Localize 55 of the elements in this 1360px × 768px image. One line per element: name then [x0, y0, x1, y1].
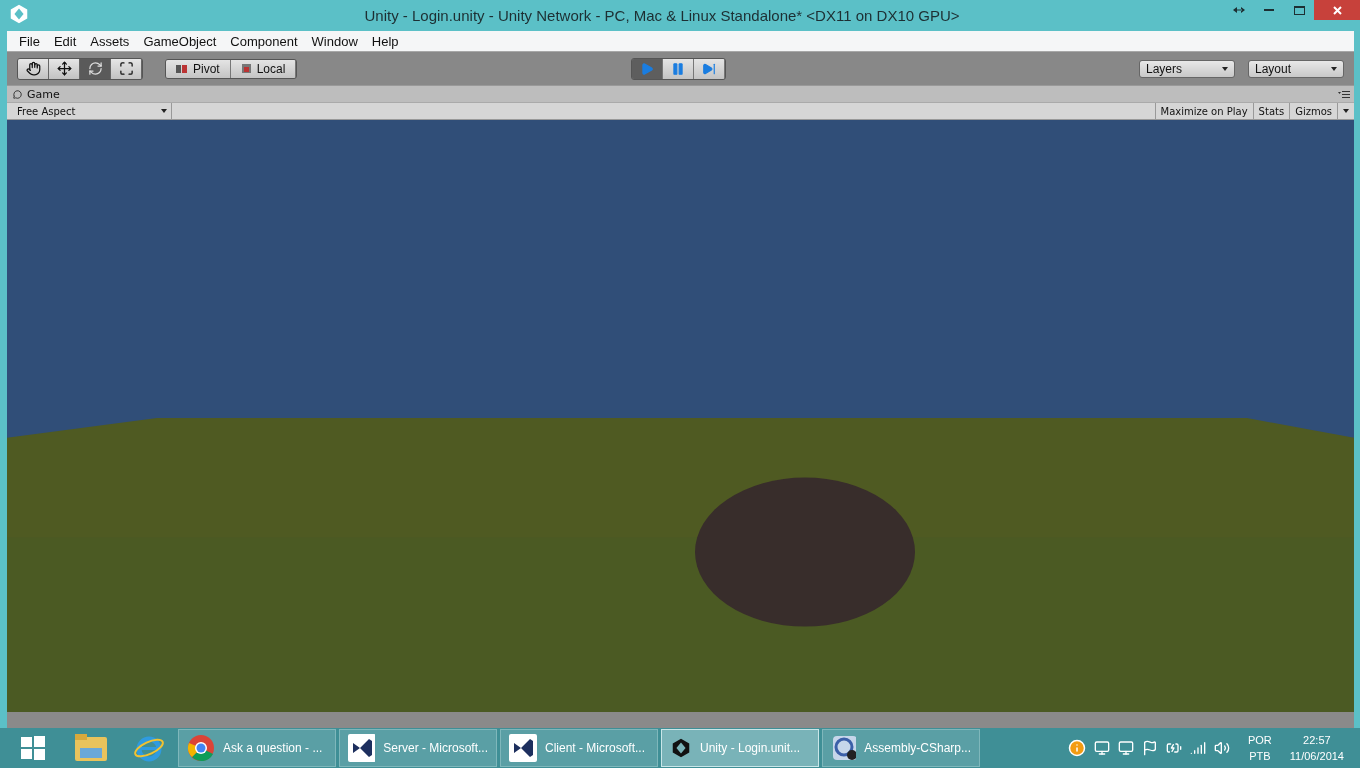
folder-icon [75, 734, 107, 762]
cube-icon [240, 63, 252, 74]
dropdown[interactable]: Layout [1248, 59, 1344, 78]
menu-item[interactable]: Help [364, 33, 406, 49]
remote-icon[interactable] [1093, 740, 1110, 756]
menu-item[interactable]: Component [223, 33, 305, 49]
pause-button[interactable] [663, 58, 695, 79]
close-icon [1332, 5, 1342, 15]
caret-icon [1343, 109, 1349, 113]
windows-logo-icon [21, 736, 45, 760]
battery-icon[interactable] [1165, 740, 1182, 756]
rotate-icon [87, 61, 103, 76]
maximize-icon [1293, 5, 1305, 15]
infinity-logo-icon [509, 734, 537, 762]
tool-button[interactable] [18, 58, 49, 79]
volume-icon[interactable] [1213, 740, 1230, 756]
document-swirl-icon [831, 734, 857, 762]
menu-item[interactable]: Assets [83, 33, 137, 49]
move-icon [56, 61, 72, 76]
tool-button[interactable] [49, 58, 80, 79]
game-tab[interactable]: Game [13, 87, 68, 101]
clock[interactable]: 22:57 11/06/2014 [1289, 732, 1344, 764]
caret-icon [161, 109, 167, 113]
flag-icon[interactable] [1141, 740, 1158, 756]
close-button[interactable] [1314, 0, 1360, 20]
signal-icon[interactable] [1189, 740, 1206, 756]
unity-logo-icon [670, 737, 692, 759]
hand-icon [25, 61, 41, 76]
step-button[interactable] [694, 58, 726, 79]
menu-item[interactable]: GameObject [136, 33, 224, 49]
infinity-logo-icon [348, 734, 376, 762]
pivot-toggle[interactable]: Pivot [166, 59, 231, 78]
monitor-icon[interactable] [1117, 740, 1134, 756]
tool-button[interactable] [111, 58, 142, 79]
minimize-icon [1264, 9, 1274, 11]
chrome-icon [187, 734, 215, 762]
menu-item[interactable]: File [12, 33, 47, 49]
scale-icon [118, 61, 134, 76]
pivot-icon [176, 63, 188, 74]
pause-icon [671, 61, 686, 76]
info-icon[interactable] [1067, 739, 1086, 757]
pivot-toggle[interactable]: Local [230, 59, 297, 78]
unity-logo-icon [8, 2, 30, 25]
menu-item[interactable]: Window [304, 33, 365, 49]
play-icon [640, 61, 655, 76]
window-title: Unity - Login.unity - Unity Network - PC, Mac & Linux Standalone* <DX11 on DX10 GPU> [363, 7, 961, 24]
dropdown[interactable]: Layers [1139, 59, 1235, 78]
panel-menu-icon[interactable] [1338, 90, 1350, 98]
double-arrow-icon [1233, 6, 1245, 14]
step-icon [702, 61, 717, 76]
language-indicator[interactable]: POR PTB [1247, 732, 1272, 764]
play-button[interactable] [632, 58, 664, 79]
menu-item[interactable]: Edit [46, 33, 84, 49]
caret-icon [1331, 66, 1337, 71]
caret-icon [1222, 66, 1228, 71]
